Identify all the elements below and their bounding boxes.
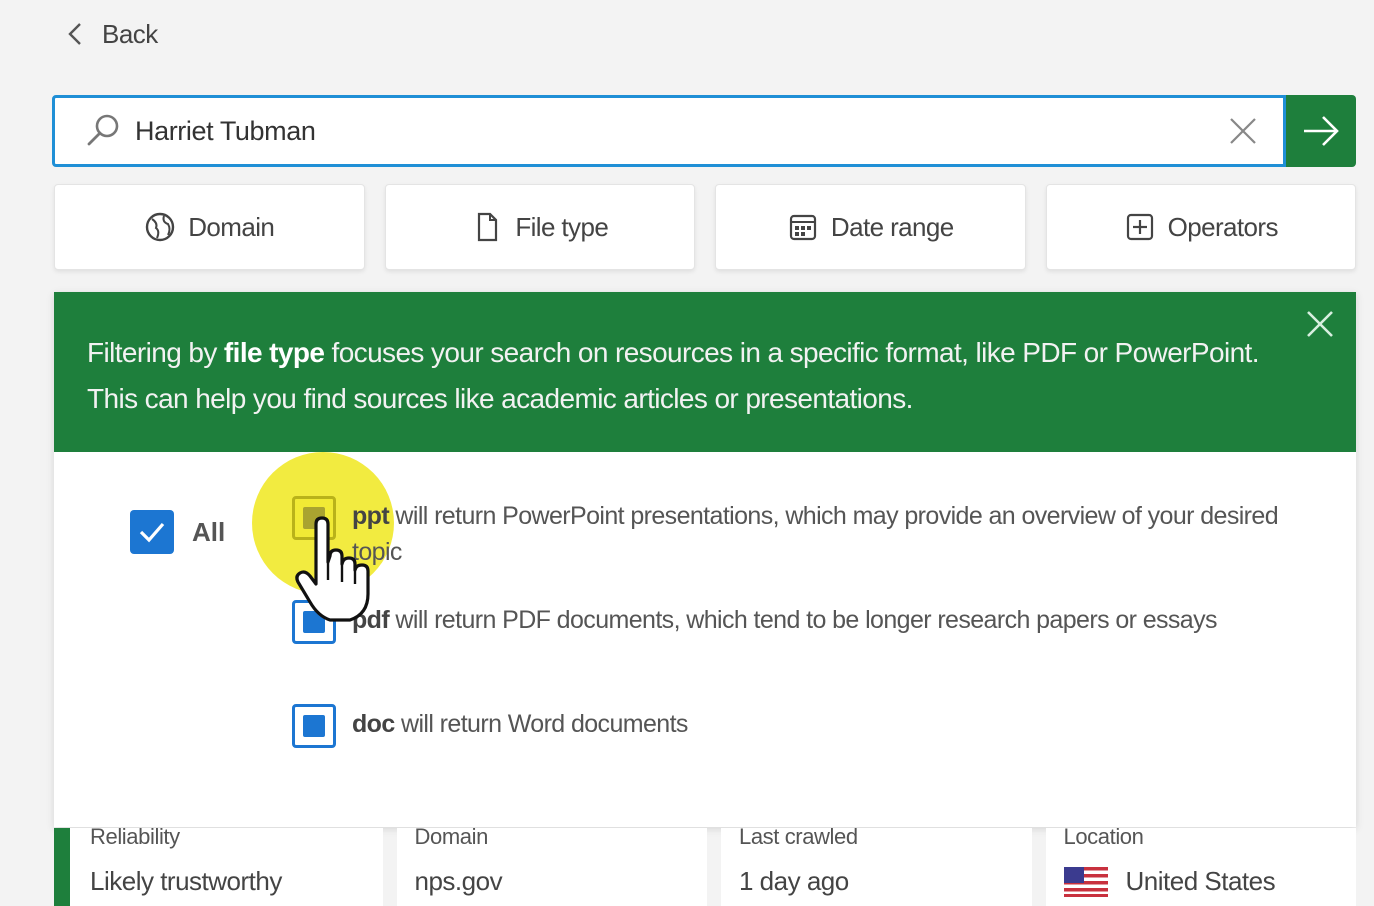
ppt-option-text: ppt will return PowerPoint presentations… (352, 498, 1292, 570)
pdf-option[interactable]: pdf will return PDF documents, which ten… (292, 600, 1292, 644)
arrow-right-icon (1304, 116, 1339, 146)
close-icon (1230, 118, 1256, 144)
search-icon (87, 114, 119, 146)
info-banner: Filtering by file type focuses your sear… (54, 292, 1356, 452)
calendar-icon (789, 214, 817, 241)
file-type-filter-button[interactable]: File type (384, 184, 695, 270)
doc-option-description: will return Word documents (394, 710, 688, 738)
search-bar (52, 95, 1356, 167)
file-type-panel: Filtering by file type focuses your sear… (54, 292, 1356, 827)
all-checkbox-box[interactable] (130, 510, 174, 554)
plus-box-icon (1126, 213, 1153, 241)
pdf-checkbox-fill (303, 611, 325, 633)
last-crawled-label: Last crawled (739, 824, 858, 849)
close-banner-icon[interactable] (1302, 306, 1338, 342)
result-metadata-row: Reliability Likely trustworthy Domain np… (54, 824, 1356, 906)
banner-text-prefix: Filtering by (87, 337, 224, 368)
reliability-cell: Reliability Likely trustworthy (54, 824, 383, 906)
doc-checkbox[interactable] (292, 704, 336, 748)
search-submit-button[interactable] (1286, 95, 1356, 167)
us-flag-icon (1063, 866, 1108, 897)
last-crawled-value: 1 day ago (739, 866, 849, 896)
last-crawled-cell: Last crawled 1 day ago (721, 824, 1032, 906)
all-checkbox[interactable]: All (130, 510, 225, 554)
ppt-checkbox-fill (303, 507, 325, 529)
clear-search-button[interactable] (1223, 111, 1263, 151)
reliability-label: Reliability (90, 824, 180, 849)
pdf-option-text: pdf will return PDF documents, which ten… (352, 602, 1218, 638)
date-range-filter-label: Date range (830, 211, 954, 242)
back-label: Back (102, 18, 158, 49)
doc-option[interactable]: doc will return Word documents (292, 704, 1292, 748)
domain-cell: Domain nps.gov (396, 824, 707, 906)
chevron-left-icon (68, 23, 81, 45)
all-checkbox-label: All (192, 516, 226, 547)
domain-value: nps.gov (414, 866, 503, 896)
doc-option-key: doc (352, 710, 395, 738)
domain-filter-label: Domain (188, 211, 275, 242)
search-input[interactable] (135, 115, 1223, 147)
domain-label: Domain (414, 824, 489, 849)
operators-filter-label: Operators (1167, 211, 1279, 242)
date-range-filter-button[interactable]: Date range (715, 184, 1026, 270)
search-box[interactable] (52, 95, 1286, 167)
globe-icon (146, 212, 175, 242)
pdf-option-description: will return PDF documents, which tend to… (389, 606, 1217, 634)
pdf-checkbox[interactable] (292, 600, 336, 644)
checkmark-icon (139, 522, 165, 543)
ppt-option-description: will return PowerPoint presentations, wh… (352, 502, 1279, 566)
pdf-option-key: pdf (352, 606, 390, 634)
operators-filter-button[interactable]: Operators (1045, 184, 1356, 270)
back-button[interactable]: Back (64, 14, 158, 54)
location-cell: Location United States (1045, 824, 1356, 906)
reliability-value: Likely trustworthy (90, 866, 282, 896)
file-icon (478, 212, 498, 242)
doc-checkbox-fill (303, 715, 325, 737)
banner-emphasis: file type (223, 337, 325, 368)
location-label: Location (1063, 824, 1144, 849)
domain-filter-button[interactable]: Domain (54, 184, 365, 270)
location-value-row: United States (1063, 866, 1339, 897)
doc-option-text: doc will return Word documents (352, 706, 688, 742)
ppt-option[interactable]: ppt will return PowerPoint presentations… (292, 496, 1292, 570)
file-type-filter-label: File type (515, 211, 609, 242)
file-type-options: All ppt will return PowerPoint presentat… (54, 452, 1356, 827)
ppt-option-key: ppt (352, 502, 390, 530)
location-value: United States (1125, 866, 1276, 896)
filter-bar: Domain File type Date range Operators (54, 184, 1356, 270)
ppt-checkbox[interactable] (292, 496, 336, 540)
